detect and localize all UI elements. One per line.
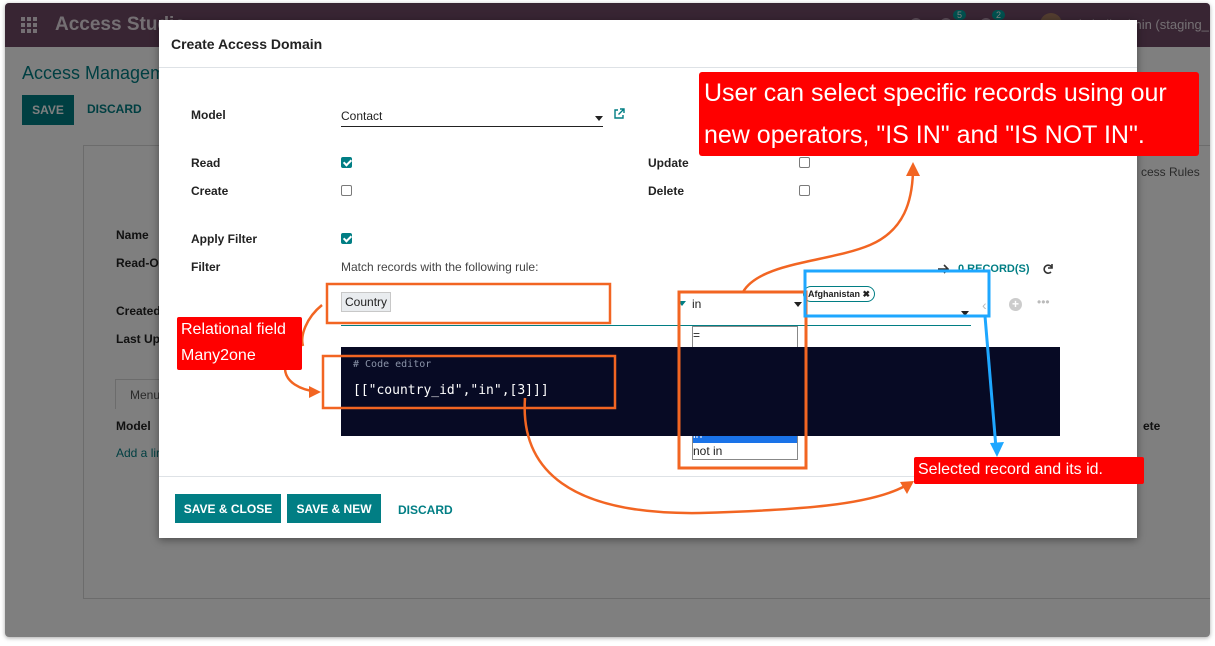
relational-field-annotation: Relational field Many2one	[177, 317, 302, 370]
create-checkbox[interactable]	[341, 185, 352, 196]
delete-checkbox[interactable]	[799, 185, 810, 196]
chevron-down-icon[interactable]	[961, 311, 969, 316]
operator-option[interactable]: =	[693, 327, 797, 344]
operators-annotation-line1: User can select specific records using o…	[704, 79, 1167, 107]
relational-annotation-line1: Relational field	[181, 321, 286, 338]
operator-select[interactable]: in	[678, 295, 802, 313]
save-close-button[interactable]: SAVE & CLOSE	[175, 494, 281, 523]
operator-value: in	[692, 297, 702, 311]
update-label: Update	[648, 156, 689, 170]
discard-dialog-button[interactable]: DISCARD	[398, 503, 453, 517]
relational-annotation-line2: Many2one	[181, 347, 256, 364]
create-label: Create	[191, 184, 229, 198]
modal-header: Create Access Domain	[159, 20, 1137, 68]
apply-filter-checkbox[interactable]	[341, 233, 352, 244]
model-field[interactable]: Contact	[341, 109, 382, 123]
model-field-underline	[341, 126, 603, 127]
apply-filter-label: Apply Filter	[191, 232, 258, 246]
value-tag[interactable]: Afghanistan ✖	[803, 286, 876, 302]
domain-code[interactable]: [["country_id","in",[3]]]	[353, 383, 549, 398]
add-rule-icon[interactable]: +	[1009, 298, 1022, 311]
value-tag-label: Afghanistan	[808, 289, 861, 299]
operator-option[interactable]: not in	[693, 443, 797, 460]
rule-row-underline	[341, 325, 971, 326]
record-count-link[interactable]: 0 RECORD(S)	[958, 263, 1030, 275]
selected-record-annotation: Selected record and its id.	[914, 457, 1144, 484]
read-label: Read	[191, 156, 221, 170]
operators-annotation-line2: new operators, "IS IN" and "IS NOT IN".	[704, 121, 1145, 149]
code-editor[interactable]: # Code editor [["country_id","in",[3]]]	[341, 347, 1060, 436]
external-link-icon[interactable]	[613, 108, 625, 120]
field-path-chip[interactable]: Country	[341, 292, 392, 312]
code-editor-comment: # Code editor	[353, 359, 432, 370]
refresh-icon[interactable]	[1042, 263, 1054, 275]
arrow-right-icon	[938, 264, 950, 274]
remove-tag-icon[interactable]: ✖	[863, 289, 871, 299]
filter-rule-text: Match records with the following rule:	[341, 260, 539, 274]
delete-label: Delete	[648, 184, 685, 198]
more-options-icon[interactable]: •••	[1037, 295, 1050, 309]
model-label: Model	[191, 108, 226, 122]
update-checkbox[interactable]	[799, 157, 810, 168]
chevron-down-icon[interactable]	[595, 116, 603, 121]
operators-annotation: User can select specific records using o…	[699, 72, 1199, 156]
delete-rule-icon[interactable]: ‹	[982, 297, 987, 313]
filter-label: Filter	[191, 260, 221, 274]
read-checkbox[interactable]	[341, 157, 352, 168]
modal-title: Create Access Domain	[171, 36, 323, 52]
caret-icon	[678, 301, 686, 306]
save-new-button[interactable]: SAVE & NEW	[287, 494, 381, 523]
chevron-down-icon	[794, 302, 802, 307]
